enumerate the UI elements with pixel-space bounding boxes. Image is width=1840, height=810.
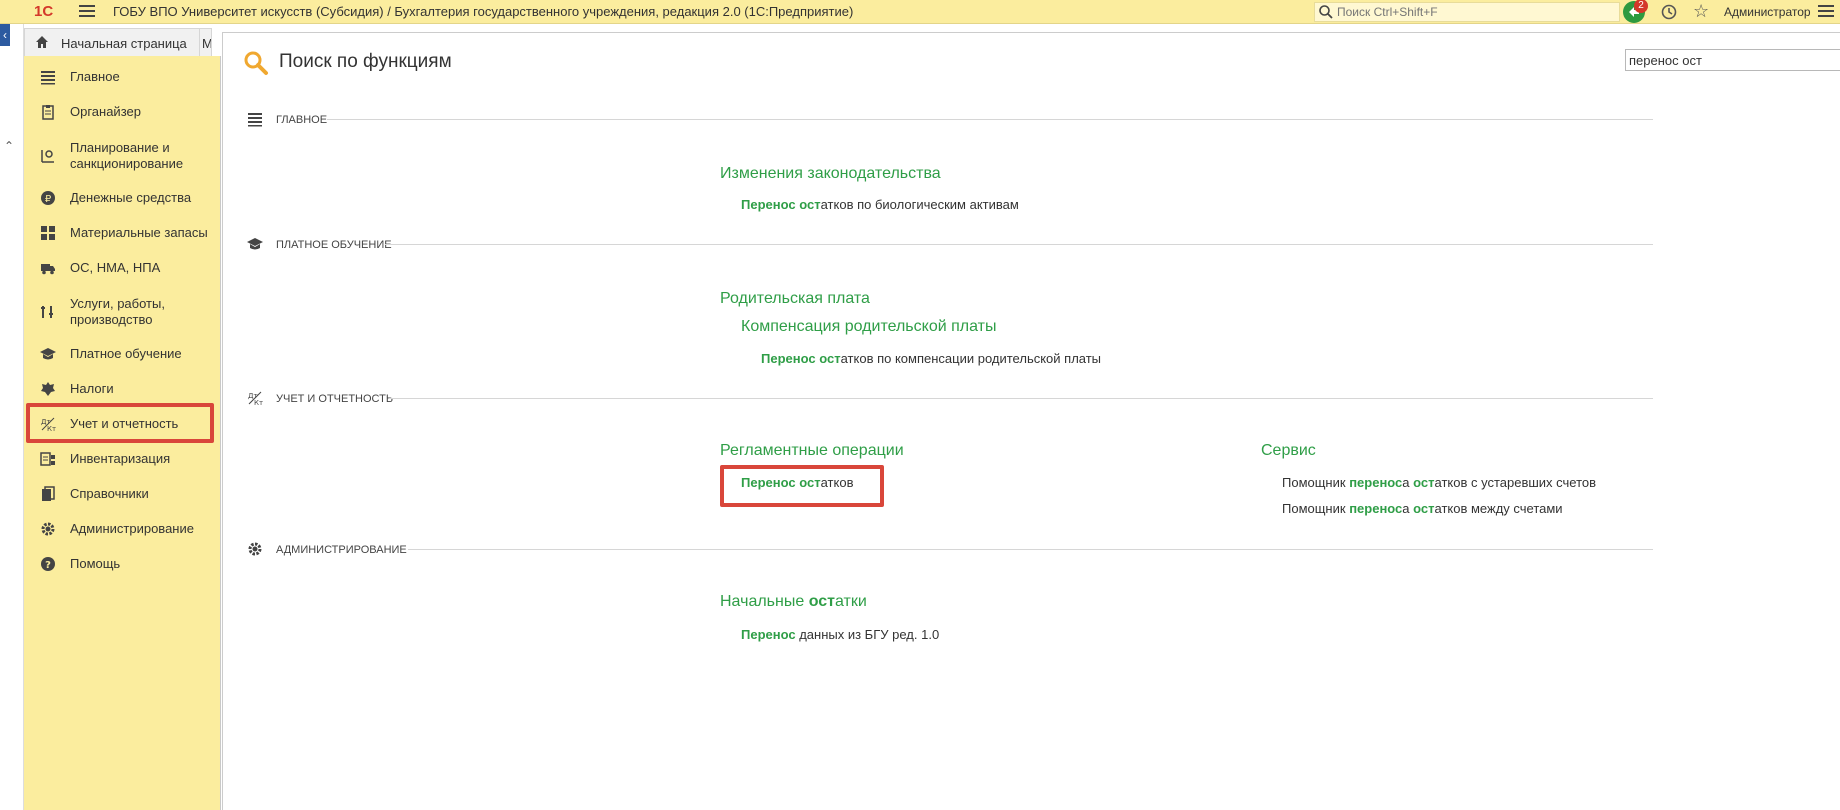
svg-text:Кт: Кт [254,399,263,406]
result-highlight [720,465,884,507]
tools-icon [41,306,53,318]
result-link[interactable]: Помощник переноса остатков между счетами [1282,501,1563,516]
group-title[interactable]: Сервис [1261,442,1316,460]
back-arrow-icon[interactable]: ‹ [0,24,10,46]
favorites-star-icon[interactable]: ☆ [1693,2,1709,20]
sidebar-item-label: Платное обучение [70,346,182,361]
app-logo: 1С [34,3,54,20]
section-label: ПЛАТНОЕ ОБУЧЕНИЕ [276,239,392,251]
tab-home-label: Начальная страница [61,36,187,51]
section-label: УЧЕТ И ОТЧЕТНОСТЬ [276,393,394,405]
books-icon [42,486,55,501]
tab-home[interactable]: Начальная страница [24,28,200,56]
function-search-page: Поиск по функциям ГЛАВНОЕ Изменения зако… [222,32,1840,810]
graduation-cap-icon [40,348,56,360]
graduation-cap-icon [247,238,263,250]
help-icon: ? [41,557,55,571]
group-title[interactable]: Регламентные операции [720,442,904,460]
sidebar-item-label: Органайзер [70,104,141,119]
page-title: Поиск по функциям [279,51,452,72]
global-search[interactable] [1314,2,1620,22]
gear-icon [41,522,55,536]
result-link[interactable]: Помощник переноса остатков с устаревших … [1282,475,1596,490]
tab-second[interactable]: М [200,28,212,56]
truck-icon [41,264,55,275]
sidebar-item-label: ОС, НМА, НПА [70,260,161,275]
home-icon [36,36,48,48]
current-user[interactable]: Администратор [1724,5,1811,19]
planning-icon [41,150,54,163]
main-menu-icon[interactable] [79,5,95,19]
sidebar-item-label: Материальные запасы [70,225,208,240]
section-divider [408,549,1653,550]
app-title: ГОБУ ВПО Университет искусств (Субсидия)… [113,4,854,19]
sidebar-item-label: Налоги [70,381,114,396]
gear-icon [248,542,262,556]
collapse-up-icon[interactable]: ⌃ [4,139,14,153]
sidebar-item-label: Главное [70,69,120,84]
search-icon [244,51,268,75]
notifications-badge: 2 [1634,0,1648,13]
active-section-highlight [26,403,214,443]
inventory-icon [40,452,55,466]
result-link[interactable]: Перенос остатков по биологическим актива… [741,197,1019,212]
sidebar-item-label: Планирование и санкционирование [70,140,184,171]
sidebar-item-label: Денежные средства [70,190,192,205]
search-icon [1319,5,1333,19]
global-search-input[interactable] [1337,3,1607,21]
sidebar-item-label: Помощь [70,556,121,571]
emblem-icon [41,382,55,396]
section-divider [385,244,1653,245]
list-icon [41,71,55,85]
result-link[interactable]: Перенос данных из БГУ ред. 1.0 [741,627,939,642]
grid-icon [41,226,55,240]
section-label: ГЛАВНОЕ [276,114,328,126]
clipboard-icon [42,105,54,120]
ruble-icon: ₽ [41,191,55,205]
settings-menu-icon[interactable] [1818,5,1834,19]
list-icon [248,113,262,127]
group-title[interactable]: Начальные остатки [720,593,867,611]
sidebar-item-label: Услуги, работы, производство [70,296,165,327]
svg-text:₽: ₽ [45,194,52,205]
function-search-input[interactable] [1626,50,1836,70]
title-bar: 1С ГОБУ ВПО Университет искусств (Субсид… [0,0,1840,24]
debit-credit-icon: ДтКт [248,391,263,406]
history-icon[interactable] [1660,3,1678,21]
sidebar-item-label: Администрирование [70,521,194,536]
sidebar-item-label: Инвентаризация [70,451,171,466]
group-title[interactable]: Изменения законодательства [720,165,941,183]
section-label: АДМИНИСТРИРОВАНИЕ [276,544,407,556]
function-search-field[interactable] [1625,49,1840,71]
svg-text:?: ? [45,560,51,571]
section-divider [389,398,1653,399]
left-strip: ‹ ⌃ [0,24,24,810]
group-title[interactable]: Родительская плата [720,290,870,308]
subgroup-title[interactable]: Компенсация родительской платы [741,318,996,336]
section-divider [327,119,1653,120]
sidebar-item-label: Справочники [70,486,149,501]
result-link[interactable]: Перенос остатков по компенсации родитель… [761,351,1101,366]
